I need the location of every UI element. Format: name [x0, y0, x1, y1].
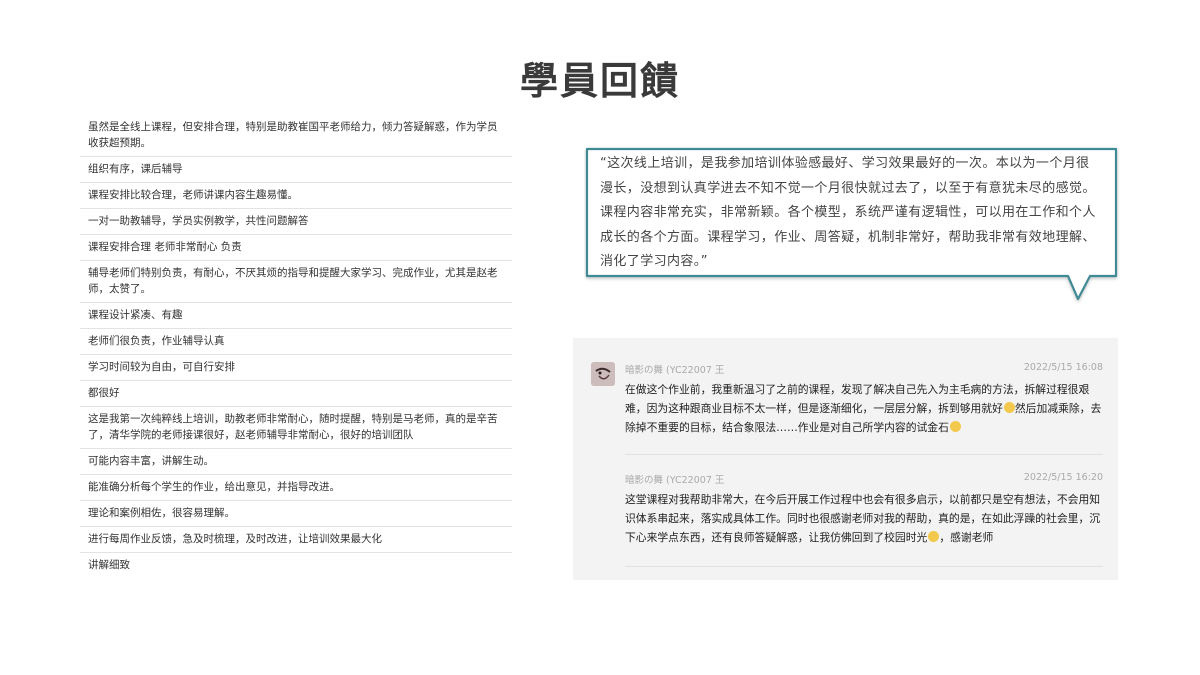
list-item: 可能内容丰富，讲解生动。	[80, 449, 512, 475]
list-item: 进行每周作业反馈，急及时梳理，及时改进，让培训效果最大化	[80, 527, 512, 553]
sender-name: 暗影の舞 (YC22007 王	[625, 475, 725, 486]
list-item: 一对一助教辅导，学员实例教学，共性问题解答	[80, 209, 512, 235]
page-title: 學員回饋	[519, 59, 680, 103]
list-item: 课程安排比较合理，老师讲课内容生趣易懂。	[80, 183, 512, 209]
quote-text: “这次线上培训，是我参加培训体验感最好、学习效果最好的一次。本以为一个月很漫长，…	[600, 156, 1096, 269]
emoji-icon	[949, 421, 961, 432]
message-time: 2022/5/15 16:20	[1023, 472, 1103, 483]
message-text-tail: ，感谢老师	[939, 531, 994, 544]
list-item: 课程安排合理 老师非常耐心 负责	[80, 235, 512, 261]
emoji-icon	[1003, 402, 1015, 413]
emoji-icon	[928, 531, 940, 542]
message-time: 2022/5/15 16:08	[1023, 362, 1103, 373]
quote-bubble: “这次线上培训，是我参加培训体验感最好、学习效果最好的一次。本以为一个月很漫长，…	[584, 146, 1120, 306]
message-header: 暗影の舞 (YC22007 王 2022/5/15 16:20	[625, 472, 1103, 486]
list-item: 虽然是全线上课程，但安排合理，特别是助教崔国平老师给力，倾力答疑解惑，作为学员收…	[80, 115, 512, 157]
message-text: 这堂课程对我帮助非常大，在今后开展工作过程中也会有很多启示，以前都只是空有想法，…	[625, 493, 1101, 544]
message-divider	[625, 566, 1103, 567]
list-item: 这是我第一次纯粹线上培训，助教老师非常耐心，随时提醒，特别是马老师，真的是辛苦了…	[80, 407, 512, 449]
list-item: 理论和案例相佐，很容易理解。	[80, 501, 512, 527]
message-body: 在做这个作业前，我重新温习了之前的课程，发现了解决自己先入为主毛病的方法，拆解过…	[625, 380, 1105, 437]
feedback-list: 虽然是全线上课程，但安排合理，特别是助教崔国平老师给力，倾力答疑解惑，作为学员收…	[80, 115, 512, 578]
avatar-image	[591, 362, 615, 386]
list-item: 讲解细致	[88, 559, 130, 571]
chat-panel: 暗影の舞 (YC22007 王 2022/5/15 16:08 在做这个作业前，…	[573, 338, 1118, 580]
list-item: 课程设计紧凑、有趣	[80, 303, 512, 329]
sender-name: 暗影の舞 (YC22007 王	[625, 365, 725, 376]
list-item: 老师们很负责，作业辅导认真	[80, 329, 512, 355]
list-item: 辅导老师们特别负责，有耐心，不厌其烦的指导和提醒大家学习、完成作业，尤其是赵老师…	[80, 261, 512, 303]
list-item: 学习时间较为自由，可自行安排	[80, 355, 512, 381]
message-header: 暗影の舞 (YC22007 王 2022/5/15 16:08	[625, 362, 1103, 376]
list-item: 能准确分析每个学生的作业，给出意见，并指导改进。	[80, 475, 512, 501]
list-item: 都很好	[80, 381, 512, 407]
message-body: 这堂课程对我帮助非常大，在今后开展工作过程中也会有很多启示，以前都只是空有想法，…	[625, 490, 1105, 547]
message-divider	[625, 454, 1103, 455]
list-item: 组织有序，课后辅导	[80, 157, 512, 183]
avatar	[591, 362, 615, 386]
